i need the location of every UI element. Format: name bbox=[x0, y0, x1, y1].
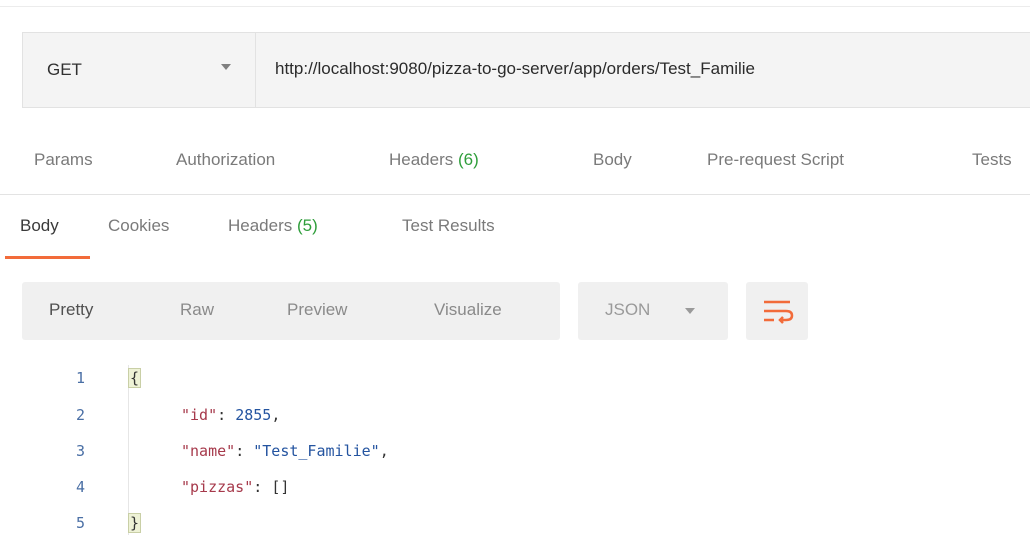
response-headers-count-badge: (5) bbox=[297, 216, 318, 235]
json-value: "Test_Familie" bbox=[253, 442, 380, 460]
line-number: 5 bbox=[76, 514, 86, 532]
tab-headers-label: Headers bbox=[389, 150, 454, 169]
wrap-lines-button[interactable] bbox=[746, 282, 808, 340]
json-value: 2855 bbox=[235, 406, 272, 424]
format-raw-button[interactable]: Raw bbox=[180, 300, 214, 320]
json-trailing: , bbox=[379, 442, 389, 460]
line-number: 4 bbox=[76, 478, 86, 496]
chevron-down-icon bbox=[221, 64, 231, 70]
json-close-brace: } bbox=[128, 513, 142, 533]
wrap-lines-icon bbox=[764, 300, 794, 324]
format-toolbar: Pretty Raw Preview Visualize bbox=[22, 282, 560, 340]
tab-params[interactable]: Params bbox=[34, 150, 93, 170]
method-dropdown[interactable]: GET bbox=[23, 33, 256, 107]
json-line-name: "name": "Test_Familie", bbox=[181, 442, 389, 460]
response-tab-cookies[interactable]: Cookies bbox=[108, 216, 169, 236]
format-pretty-button[interactable]: Pretty bbox=[49, 300, 93, 320]
chevron-down-icon bbox=[685, 308, 695, 314]
tab-tests[interactable]: Tests bbox=[972, 150, 1012, 170]
json-key: "pizzas" bbox=[181, 478, 254, 496]
json-line-id: "id": 2855, bbox=[181, 406, 280, 424]
request-tabs: Params Authorization Headers (6) Body Pr… bbox=[0, 150, 1030, 174]
json-separator: : bbox=[217, 406, 236, 424]
tab-authorization[interactable]: Authorization bbox=[176, 150, 275, 170]
tab-headers[interactable]: Headers (6) bbox=[389, 150, 479, 170]
response-tab-test-results[interactable]: Test Results bbox=[402, 216, 495, 236]
json-key: "id" bbox=[181, 406, 218, 424]
json-open-brace: { bbox=[128, 368, 142, 388]
json-line-pizzas: "pizzas": [] bbox=[181, 478, 289, 496]
top-divider bbox=[0, 6, 1030, 7]
url-input[interactable]: http://localhost:9080/pizza-to-go-server… bbox=[275, 59, 755, 79]
language-dropdown[interactable]: JSON bbox=[578, 282, 728, 340]
response-tab-headers[interactable]: Headers (5) bbox=[228, 216, 318, 236]
indent-guide bbox=[128, 365, 129, 535]
request-bar: GET http://localhost:9080/pizza-to-go-se… bbox=[22, 32, 1030, 108]
active-tab-underline bbox=[5, 256, 90, 259]
line-number: 1 bbox=[76, 369, 86, 387]
tabs-divider bbox=[0, 194, 1030, 195]
json-separator: : bbox=[235, 442, 254, 460]
line-number: 3 bbox=[76, 442, 86, 460]
language-label: JSON bbox=[605, 300, 651, 319]
format-preview-button[interactable]: Preview bbox=[287, 300, 347, 320]
response-tab-body[interactable]: Body bbox=[20, 216, 59, 236]
json-key: "name" bbox=[181, 442, 236, 460]
tab-body[interactable]: Body bbox=[593, 150, 632, 170]
format-visualize-button[interactable]: Visualize bbox=[434, 300, 502, 320]
headers-count-badge: (6) bbox=[458, 150, 479, 169]
json-value: [] bbox=[271, 478, 290, 496]
json-trailing: , bbox=[271, 406, 281, 424]
tab-prerequest-script[interactable]: Pre-request Script bbox=[707, 150, 844, 170]
method-label: GET bbox=[47, 60, 82, 79]
response-tab-headers-label: Headers bbox=[228, 216, 293, 235]
line-number: 2 bbox=[76, 406, 86, 424]
json-separator: : bbox=[253, 478, 272, 496]
